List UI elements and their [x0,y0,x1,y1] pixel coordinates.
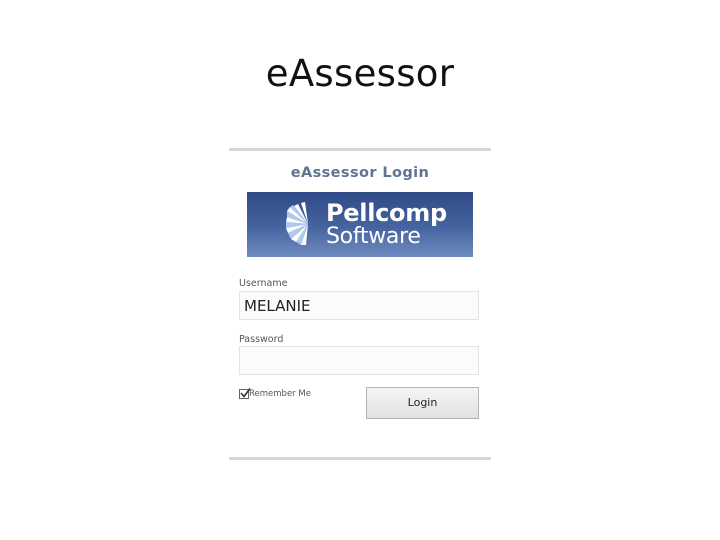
remember-me-option[interactable]: Remember Me [239,388,311,402]
username-label: Username [239,278,288,289]
login-heading: eAssessor Login [290,165,430,181]
remember-me-checkbox[interactable] [239,388,251,399]
checkmark-icon [240,388,251,398]
slide-title: eAssessor [265,52,455,95]
password-input[interactable] [239,346,479,375]
login-button[interactable]: Login [366,387,479,419]
logo-text-software: Software [326,224,421,249]
pellcomp-logo-icon [286,202,308,245]
password-label: Password [239,334,284,345]
pellcomp-logo-banner: Pellcomp Software [247,192,473,257]
logo-text-pellcomp: Pellcomp [326,199,447,227]
remember-me-label: Remember Me [249,389,311,399]
username-input[interactable]: MELANIE [239,291,479,320]
login-panel: eAssessor Login Pellcomp Software Userna… [229,148,491,460]
